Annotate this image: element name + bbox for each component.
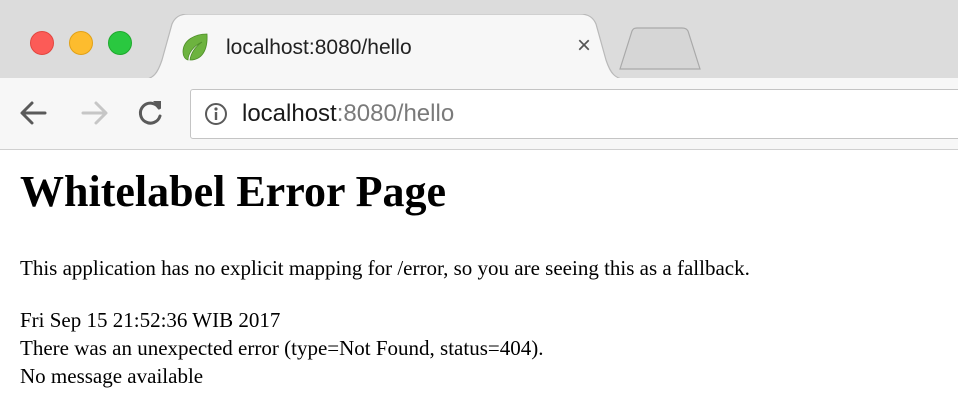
error-details: Fri Sep 15 21:52:36 WIB 2017 There was a… (20, 306, 543, 390)
url-host: localhost (242, 100, 337, 127)
tab-localhost[interactable]: localhost:8080/hello × (140, 14, 630, 80)
info-icon[interactable] (204, 102, 228, 126)
minimize-window-button[interactable] (69, 31, 93, 55)
error-message: No message available (20, 364, 204, 388)
error-explanation: This application has no explicit mapping… (20, 256, 750, 280)
new-tab-button[interactable] (612, 27, 704, 71)
browser-toolbar: localhost:8080/hello (0, 78, 958, 150)
tab-title: localhost:8080/hello (226, 36, 412, 59)
tab-close-icon[interactable]: × (577, 33, 591, 59)
maximize-window-button[interactable] (108, 31, 132, 55)
spring-leaf-icon (182, 33, 208, 61)
forward-arrow-icon[interactable] (78, 96, 112, 130)
page-title: Whitelabel Error Page (20, 167, 447, 216)
tab-strip: localhost:8080/hello × (0, 0, 958, 80)
url-path: :8080/hello (336, 100, 455, 127)
reload-icon[interactable] (133, 96, 167, 130)
error-timestamp: Fri Sep 15 21:52:36 WIB 2017 (20, 308, 281, 332)
back-arrow-icon[interactable] (16, 96, 50, 130)
error-status-line: There was an unexpected error (type=Not … (20, 336, 544, 360)
close-window-button[interactable] (30, 31, 54, 55)
page-content: Whitelabel Error Page This application h… (0, 150, 958, 400)
address-bar[interactable]: localhost:8080/hello (190, 89, 958, 139)
url-text[interactable]: localhost:8080/hello (242, 100, 454, 128)
